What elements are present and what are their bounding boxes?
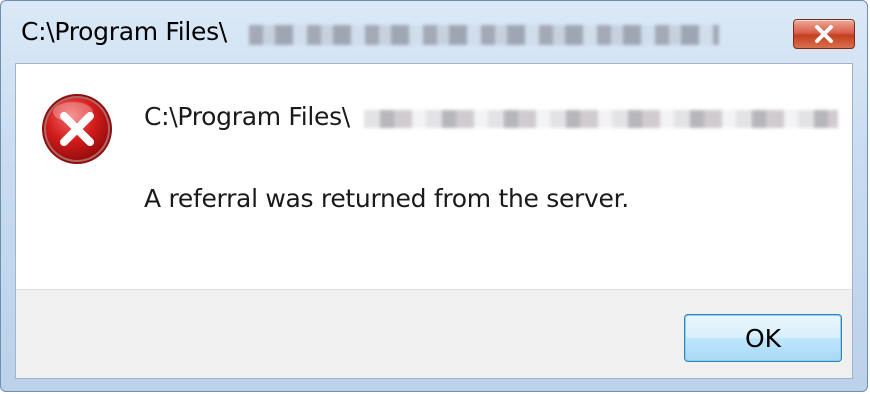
file-path-text: C:\Program Files\ (144, 102, 350, 131)
close-x-icon (815, 25, 833, 43)
redacted-title-segment (249, 25, 719, 45)
titlebar[interactable]: C:\Program Files\ (1, 1, 867, 63)
window-title: C:\Program Files\ (21, 17, 227, 46)
dialog-client-area: C:\Program Files\ A referral was returne… (15, 63, 853, 379)
close-button[interactable] (793, 19, 855, 49)
redacted-path-segment (364, 110, 838, 128)
error-message: A referral was returned from the server. (144, 184, 629, 213)
error-icon (42, 94, 112, 164)
ok-button[interactable]: OK (684, 314, 842, 362)
message-area: C:\Program Files\ A referral was returne… (16, 64, 852, 289)
button-bar: OK (16, 289, 852, 378)
error-dialog-window: C:\Program Files\ C:\Program Files\ A re… (0, 0, 868, 392)
